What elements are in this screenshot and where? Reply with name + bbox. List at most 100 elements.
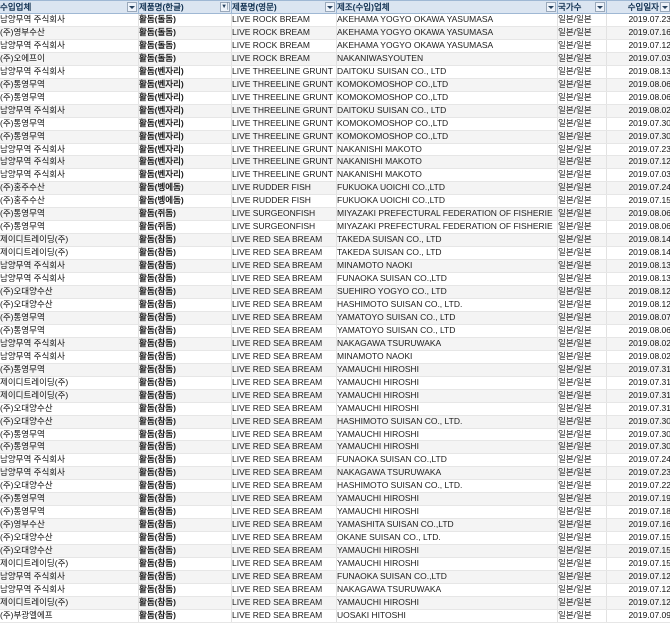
cell-manufacturer[interactable]: YAMAUCHI HIROSHI <box>336 402 558 416</box>
cell-product-name-en[interactable]: LIVE RED SEA BREAM <box>231 531 337 546</box>
cell-import-date[interactable]: 2019.07.31 <box>606 402 670 416</box>
cell-import-date[interactable]: 2019.08.02 <box>606 350 670 364</box>
cell-product-name-ko[interactable]: 활돔(참돔) <box>138 557 232 571</box>
cell-importer[interactable]: (주)오대양수산 <box>0 544 139 559</box>
cell-manufacturer[interactable]: UOSAKI HITOSHI <box>336 609 558 623</box>
cell-product-name-ko[interactable]: 활돔(참돔) <box>138 415 232 429</box>
cell-import-date[interactable]: 2019.08.06 <box>606 78 670 92</box>
cell-importer[interactable]: (주)통영무역 <box>0 363 139 377</box>
cell-importer[interactable]: 남양무역 주식회사 <box>0 272 139 287</box>
filter-dropdown-icon-date[interactable] <box>660 2 670 12</box>
cell-country[interactable]: 일본/일본 <box>557 130 607 144</box>
cell-importer[interactable]: (주)통영무역 <box>0 428 139 442</box>
cell-import-date[interactable]: 2019.07.12 <box>606 155 670 170</box>
cell-importer[interactable]: 남양무역 주식회사 <box>0 350 139 364</box>
table-row[interactable]: 남양무역 주식회사 활돔(참돔) LIVE RED SEA BREAM NAKAGAW… <box>0 583 670 597</box>
cell-manufacturer[interactable]: YAMAUCHI HIROSHI <box>336 428 558 442</box>
cell-product-name-en[interactable]: LIVE RUDDER FISH <box>231 194 337 209</box>
cell-manufacturer[interactable]: YAMAUCHI HIROSHI <box>336 440 558 455</box>
cell-manufacturer[interactable]: YAMAUCHI HIROSHI <box>336 363 558 377</box>
cell-importer[interactable]: (주)통영무역 <box>0 324 139 338</box>
cell-importer[interactable]: 남양무역 주식회사 <box>0 104 139 118</box>
cell-manufacturer[interactable]: YAMAUCHI HIROSHI <box>336 492 558 507</box>
cell-manufacturer[interactable]: OKANE SUISAN CO., LTD. <box>336 531 558 546</box>
cell-manufacturer[interactable]: HASHIMOTO SUISAN CO., LTD. <box>336 298 558 312</box>
table-row[interactable]: (주)오대양수산 활돔(참돔) LIVE RED SEA BREAM YAMAUCHI… <box>0 544 670 559</box>
cell-country[interactable]: 일본/일본 <box>557 298 607 312</box>
cell-import-date[interactable]: 2019.07.24 <box>606 181 670 196</box>
cell-country[interactable]: 일본/일본 <box>557 479 607 494</box>
cell-country[interactable]: 일본/일본 <box>557 531 607 546</box>
cell-product-name-en[interactable]: LIVE THREELINE GRUNT <box>231 104 337 118</box>
cell-product-name-ko[interactable]: 활돔(참돔) <box>138 428 232 442</box>
cell-product-name-ko[interactable]: 활돔(참돔) <box>138 337 232 351</box>
cell-importer[interactable]: (주)오대양수산 <box>0 531 139 546</box>
filter-dropdown-icon-maker[interactable] <box>546 2 556 12</box>
table-row[interactable]: 남양무역 주식회사 활돔(벤자리) LIVE THREELINE GRUNT NAKA… <box>0 143 670 157</box>
cell-manufacturer[interactable]: NAKAGAWA TSURUWAKA <box>336 466 558 481</box>
cell-manufacturer[interactable]: YAMAUCHI HIROSHI <box>336 544 558 559</box>
cell-product-name-en[interactable]: LIVE RED SEA BREAM <box>231 389 337 403</box>
cell-country[interactable]: 일본/일본 <box>557 350 607 364</box>
table-row[interactable]: 제이디트레이딩(주) 활돔(참돔) LIVE RED SEA BREAM TAKEDA… <box>0 233 670 248</box>
table-row[interactable]: 남양무역 주식회사 활돔(돌돔) LIVE ROCK BREAM AKEHAMA YO… <box>0 13 670 27</box>
cell-product-name-ko[interactable]: 활돔(벤자리) <box>138 117 232 131</box>
cell-importer[interactable]: 남양무역 주식회사 <box>0 337 139 351</box>
cell-product-name-ko[interactable]: 활돔(참돔) <box>138 531 232 546</box>
cell-manufacturer[interactable]: YAMATOYO SUISAN CO., LTD <box>336 311 558 325</box>
cell-country[interactable]: 일본/일본 <box>557 104 607 118</box>
cell-country[interactable]: 일본/일본 <box>557 39 607 53</box>
cell-country[interactable]: 일본/일본 <box>557 233 607 248</box>
cell-importer[interactable]: (주)부광엘에프 <box>0 609 139 623</box>
cell-product-name-ko[interactable]: 활돔(참돔) <box>138 389 232 403</box>
table-row[interactable]: (주)통영무역 활돔(쥐돔) LIVE SURGEONFISH MIYAZAKI PR… <box>0 220 670 235</box>
cell-import-date[interactable]: 2019.08.06 <box>606 220 670 235</box>
cell-importer[interactable]: (주)통영무역 <box>0 492 139 507</box>
cell-product-name-en[interactable]: LIVE RED SEA BREAM <box>231 583 337 597</box>
table-row[interactable]: 남양무역 주식회사 활돔(참돔) LIVE RED SEA BREAM FUNAOKA… <box>0 272 670 287</box>
cell-product-name-en[interactable]: LIVE RED SEA BREAM <box>231 544 337 559</box>
cell-importer[interactable]: 남양무역 주식회사 <box>0 155 139 170</box>
filter-dropdown-icon-country[interactable] <box>595 2 605 12</box>
cell-product-name-en[interactable]: LIVE RED SEA BREAM <box>231 466 337 481</box>
cell-product-name-ko[interactable]: 활돔(참돔) <box>138 311 232 325</box>
cell-country[interactable]: 일본/일본 <box>557 324 607 338</box>
cell-manufacturer[interactable]: NAKANISHI MAKOTO <box>336 168 558 183</box>
cell-product-name-ko[interactable]: 활돔(참돔) <box>138 350 232 364</box>
cell-manufacturer[interactable]: NAKANIWASYOUTEN <box>336 52 558 66</box>
cell-import-date[interactable]: 2019.08.06 <box>606 324 670 338</box>
column-header-name-ko[interactable]: 제품명(한글) ▼│ <box>138 0 232 14</box>
cell-country[interactable]: 일본/일본 <box>557 78 607 92</box>
cell-product-name-en[interactable]: LIVE ROCK BREAM <box>231 52 337 66</box>
cell-importer[interactable]: 남양무역 주식회사 <box>0 39 139 53</box>
table-row[interactable]: 남양무역 주식회사 활돔(돌돔) LIVE ROCK BREAM AKEHAMA YO… <box>0 39 670 53</box>
cell-country[interactable]: 일본/일본 <box>557 363 607 377</box>
cell-importer[interactable]: (주)홍주수산 <box>0 194 139 209</box>
cell-import-date[interactable]: 2019.07.30 <box>606 130 670 144</box>
cell-manufacturer[interactable]: NAKANISHI MAKOTO <box>336 155 558 170</box>
cell-product-name-ko[interactable]: 활돔(참돔) <box>138 583 232 597</box>
cell-importer[interactable]: (주)영부수산 <box>0 26 139 40</box>
cell-importer[interactable]: (주)오대양수산 <box>0 402 139 416</box>
cell-product-name-ko[interactable]: 활돔(참돔) <box>138 518 232 533</box>
table-row[interactable]: (주)오대양수산 활돔(참돔) LIVE RED SEA BREAM SUEHIRO … <box>0 285 670 299</box>
cell-manufacturer[interactable]: FUNAOKA SUISAN CO.,LTD <box>336 453 558 468</box>
cell-product-name-en[interactable]: LIVE RED SEA BREAM <box>231 337 337 351</box>
cell-import-date[interactable]: 2019.07.15 <box>606 531 670 546</box>
cell-product-name-ko[interactable]: 활돔(참돔) <box>138 544 232 559</box>
cell-product-name-en[interactable]: LIVE RED SEA BREAM <box>231 233 337 248</box>
cell-country[interactable]: 일본/일본 <box>557 272 607 287</box>
cell-product-name-en[interactable]: LIVE RED SEA BREAM <box>231 453 337 468</box>
cell-manufacturer[interactable]: FUNAOKA SUISAN CO.,LTD <box>336 272 558 287</box>
table-row[interactable]: 남양무역 주식회사 활돔(참돔) LIVE RED SEA BREAM NAKAGAW… <box>0 466 670 481</box>
cell-product-name-ko[interactable]: 활돔(참돔) <box>138 492 232 507</box>
cell-country[interactable]: 일본/일본 <box>557 13 607 27</box>
cell-product-name-ko[interactable]: 활돔(벤자리) <box>138 104 232 118</box>
cell-importer[interactable]: 제이디트레이딩(주) <box>0 246 139 261</box>
cell-product-name-en[interactable]: LIVE RED SEA BREAM <box>231 415 337 429</box>
cell-importer[interactable]: (주)통영무역 <box>0 117 139 131</box>
cell-country[interactable]: 일본/일본 <box>557 518 607 533</box>
table-row[interactable]: 남양무역 주식회사 활돔(벤자리) LIVE THREELINE GRUNT DAIT… <box>0 65 670 79</box>
cell-product-name-ko[interactable]: 활돔(참돔) <box>138 246 232 261</box>
cell-import-date[interactable]: 2019.08.02 <box>606 337 670 351</box>
